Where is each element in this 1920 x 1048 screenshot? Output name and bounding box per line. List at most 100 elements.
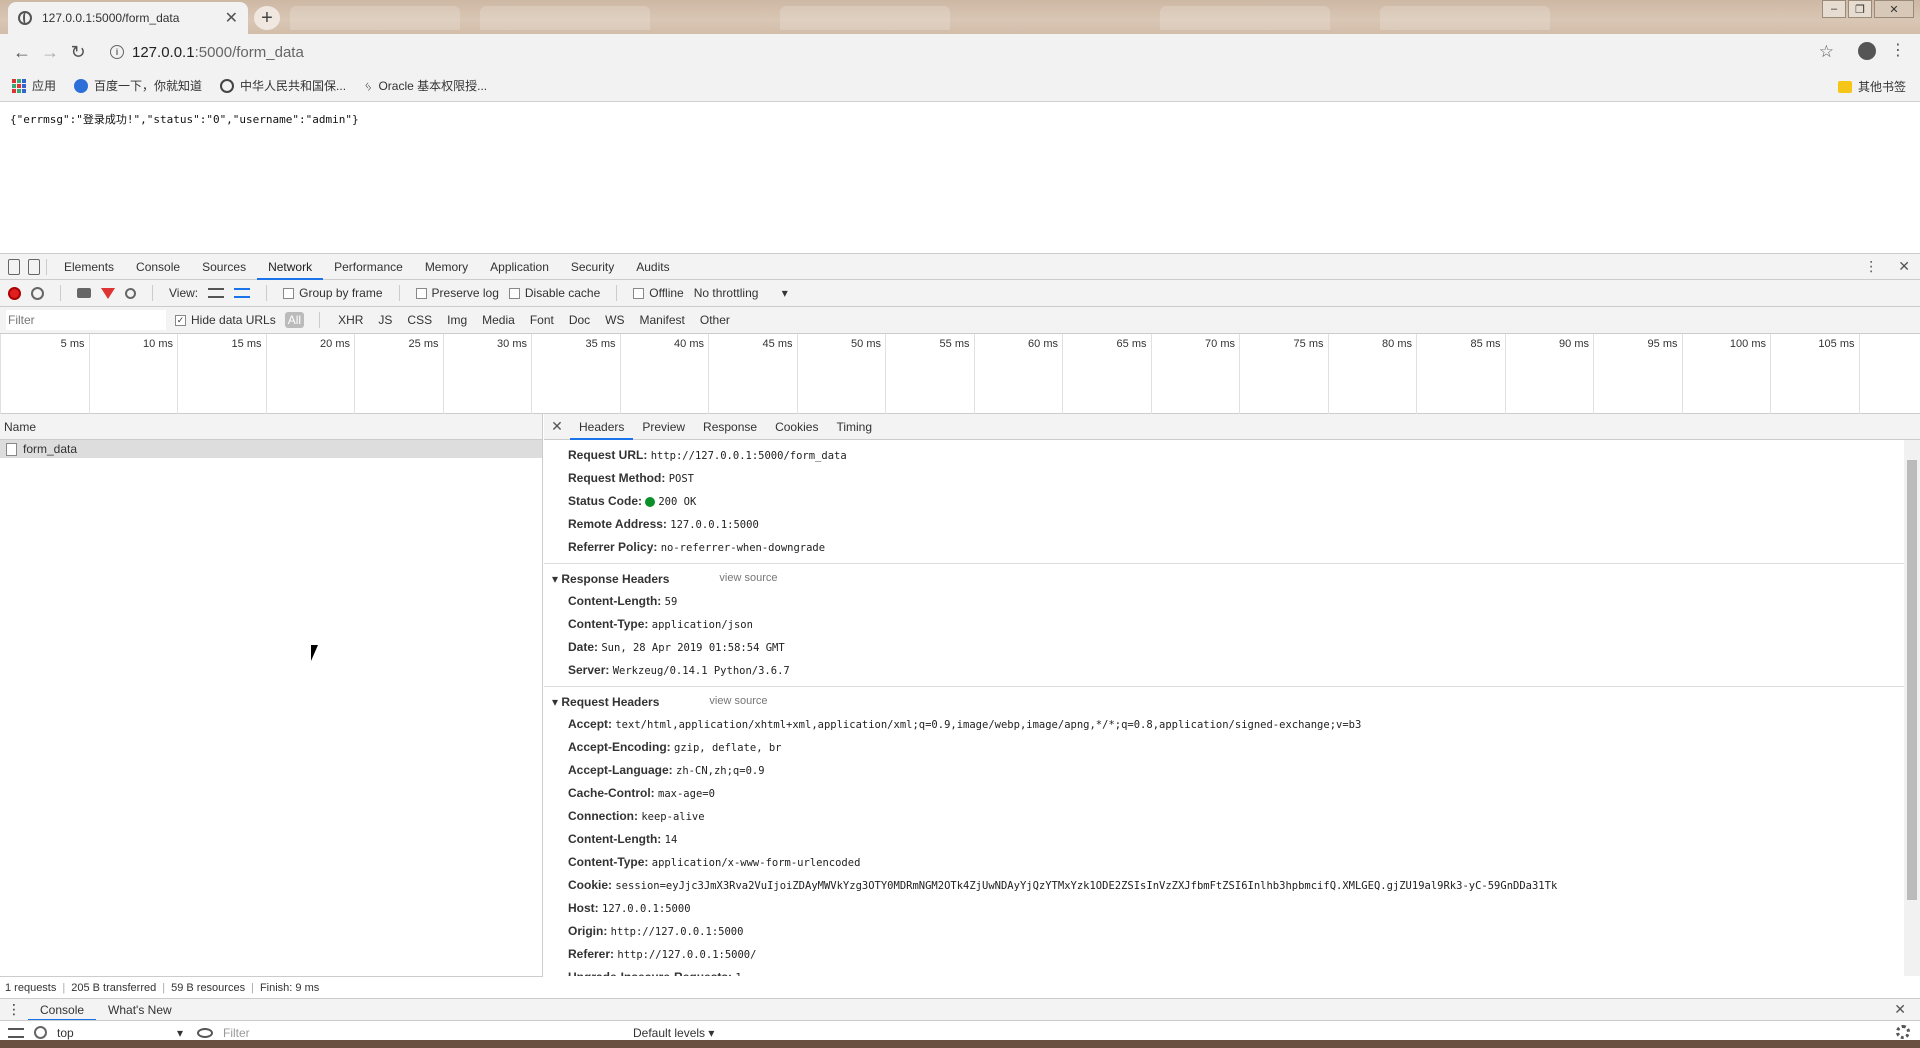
group-by-frame-checkbox[interactable]: Group by frame — [283, 286, 383, 300]
headers-body: Request URL: http://127.0.0.1:5000/form_… — [544, 440, 1904, 976]
reload-icon[interactable]: ↻ — [64, 42, 92, 63]
preserve-log-checkbox[interactable]: Preserve log — [415, 286, 499, 300]
tab-sources[interactable]: Sources — [191, 254, 257, 280]
offline-checkbox[interactable]: Offline — [633, 286, 684, 300]
filter-type-all[interactable]: All — [284, 312, 305, 328]
back-icon[interactable]: ← — [8, 42, 36, 63]
url-text[interactable]: 127.0.0.1:5000/form_data — [132, 44, 304, 61]
header-row: Cache-Control: max-age=0 — [568, 786, 715, 800]
bookmark-baidu[interactable]: 百度一下，你就知道 — [74, 77, 202, 94]
drawer-tab-whats-new[interactable]: What's New — [96, 999, 184, 1021]
close-window-button[interactable]: ✕ — [1874, 0, 1914, 18]
timeline-tick: 75 ms — [1239, 334, 1328, 414]
forward-icon[interactable]: → — [36, 42, 64, 63]
bookmark-oracle[interactable]: ᛃ Oracle 基本权限授... — [364, 77, 487, 94]
tab-network[interactable]: Network — [257, 254, 324, 280]
header-row: Upgrade-Insecure-Requests: 1 — [544, 966, 1904, 976]
response-headers-toggle[interactable]: ▾ Response Headers view source — [544, 568, 1904, 590]
header-row: Server: Werkzeug/0.14.1 Python/3.6.7 — [568, 663, 790, 677]
new-tab-button[interactable]: + — [254, 6, 280, 30]
console-filter-input[interactable]: Filter — [223, 1026, 623, 1040]
disable-cache-checkbox[interactable]: Disable cache — [508, 286, 600, 300]
tab-console[interactable]: Console — [125, 254, 191, 280]
tab-performance[interactable]: Performance — [323, 254, 414, 280]
info-icon[interactable]: i — [110, 45, 124, 59]
filter-type-font[interactable]: Font — [527, 312, 557, 328]
log-levels-select[interactable]: Default levels ▾ — [633, 1026, 714, 1040]
hide-data-urls-checkbox[interactable]: ✓ Hide data URLs — [175, 313, 276, 327]
header-row: Remote Address: 127.0.0.1:5000 — [568, 517, 759, 531]
minimize-button[interactable]: – — [1822, 0, 1846, 18]
other-bookmarks[interactable]: 其他书签 — [1837, 78, 1906, 95]
oracle-icon: ᛃ — [364, 77, 373, 94]
console-clear-icon[interactable] — [34, 1026, 47, 1039]
drawer-tab-console[interactable]: Console — [28, 999, 97, 1021]
close-details-icon[interactable]: ✕ — [544, 418, 570, 435]
timeline-tick: 80 ms — [1327, 334, 1417, 414]
record-icon[interactable] — [8, 286, 21, 300]
camera-icon[interactable] — [77, 288, 91, 298]
browser-tab[interactable]: 127.0.0.1:5000/form_data ✕ — [8, 2, 248, 34]
request-list: Name form_data — [0, 414, 543, 976]
filter-type-img[interactable]: Img — [444, 312, 470, 328]
bookmark-gov[interactable]: 中华人民共和国保... — [220, 77, 346, 94]
waterfall-view-icon[interactable] — [234, 288, 251, 298]
tab-preview[interactable]: Preview — [633, 414, 694, 440]
filter-type-media[interactable]: Media — [479, 312, 518, 328]
menu-icon[interactable]: ⋮ — [1890, 40, 1906, 60]
details-scrollbar[interactable] — [1904, 440, 1920, 976]
filter-icon[interactable] — [101, 287, 115, 299]
tab-application[interactable]: Application — [479, 254, 560, 280]
filter-type-xhr[interactable]: XHR — [335, 312, 366, 328]
clear-icon[interactable] — [31, 286, 44, 300]
header-row: Accept-Language: zh-CN,zh;q=0.9 — [568, 763, 765, 777]
view-source-link[interactable]: view source — [719, 572, 777, 586]
inspect-icon[interactable] — [8, 258, 20, 275]
timeline-tick: 65 ms — [1062, 334, 1151, 414]
name-column-header[interactable]: Name — [0, 414, 542, 440]
context-select[interactable]: top ▾ — [57, 1024, 187, 1042]
drawer-tabs: ⋮ Console What's New ✕ — [0, 998, 1920, 1021]
tab-security[interactable]: Security — [560, 254, 625, 280]
tab-headers[interactable]: Headers — [570, 414, 634, 440]
filter-type-css[interactable]: CSS — [404, 312, 435, 328]
filter-type-js[interactable]: JS — [375, 312, 395, 328]
timeline-tick: 35 ms — [531, 334, 620, 414]
bookmark-apps[interactable]: 应用 — [12, 77, 56, 94]
filter-type-doc[interactable]: Doc — [566, 312, 593, 328]
devtools-menu-icon[interactable]: ⋮ — [1864, 258, 1878, 275]
filter-input[interactable] — [6, 310, 166, 330]
devtools-close-icon[interactable]: ✕ — [1898, 258, 1910, 275]
tab-elements[interactable]: Elements — [53, 254, 125, 280]
header-row: Host: 127.0.0.1:5000 — [568, 901, 691, 915]
account-icon[interactable] — [1858, 42, 1876, 60]
filter-type-manifest[interactable]: Manifest — [637, 312, 688, 328]
request-row[interactable]: form_data — [0, 440, 542, 458]
page-content: {"errmsg":"登录成功!","status":"0","username… — [0, 103, 1920, 253]
filter-type-other[interactable]: Other — [697, 312, 733, 328]
list-view-icon[interactable] — [208, 288, 225, 298]
close-tab-icon[interactable]: ✕ — [225, 8, 238, 28]
address-bar[interactable]: i 127.0.0.1:5000/form_data — [110, 38, 1810, 66]
filter-type-ws[interactable]: WS — [602, 312, 627, 328]
tab-response[interactable]: Response — [694, 414, 766, 440]
tab-cookies[interactable]: Cookies — [766, 414, 827, 440]
eye-icon[interactable] — [197, 1027, 213, 1038]
tab-timing[interactable]: Timing — [827, 414, 881, 440]
drawer-menu-icon[interactable]: ⋮ — [0, 1001, 28, 1018]
device-toolbar-icon[interactable] — [28, 258, 40, 275]
sidebar-toggle-icon[interactable] — [8, 1027, 24, 1038]
restore-button[interactable]: ❐ — [1848, 0, 1872, 18]
details-tabs: ✕ Headers Preview Response Cookies Timin… — [544, 414, 1920, 440]
gear-icon[interactable] — [1896, 1025, 1910, 1039]
throttling-select[interactable]: No throttling ▾ — [694, 286, 788, 300]
drawer-close-icon[interactable]: ✕ — [1894, 1001, 1906, 1018]
tab-audits[interactable]: Audits — [625, 254, 680, 280]
view-source-link[interactable]: view source — [709, 695, 767, 709]
timeline-tick: 11 — [1858, 334, 1920, 414]
tab-memory[interactable]: Memory — [414, 254, 479, 280]
request-headers-toggle[interactable]: ▾ Request Headers view source — [544, 691, 1904, 713]
search-icon[interactable] — [125, 287, 136, 299]
bookmark-star-icon[interactable]: ☆ — [1819, 42, 1834, 62]
network-overview[interactable]: 5 ms 10 ms 15 ms 20 ms 25 ms 30 ms 35 ms 40 ms 4… — [0, 334, 1920, 414]
